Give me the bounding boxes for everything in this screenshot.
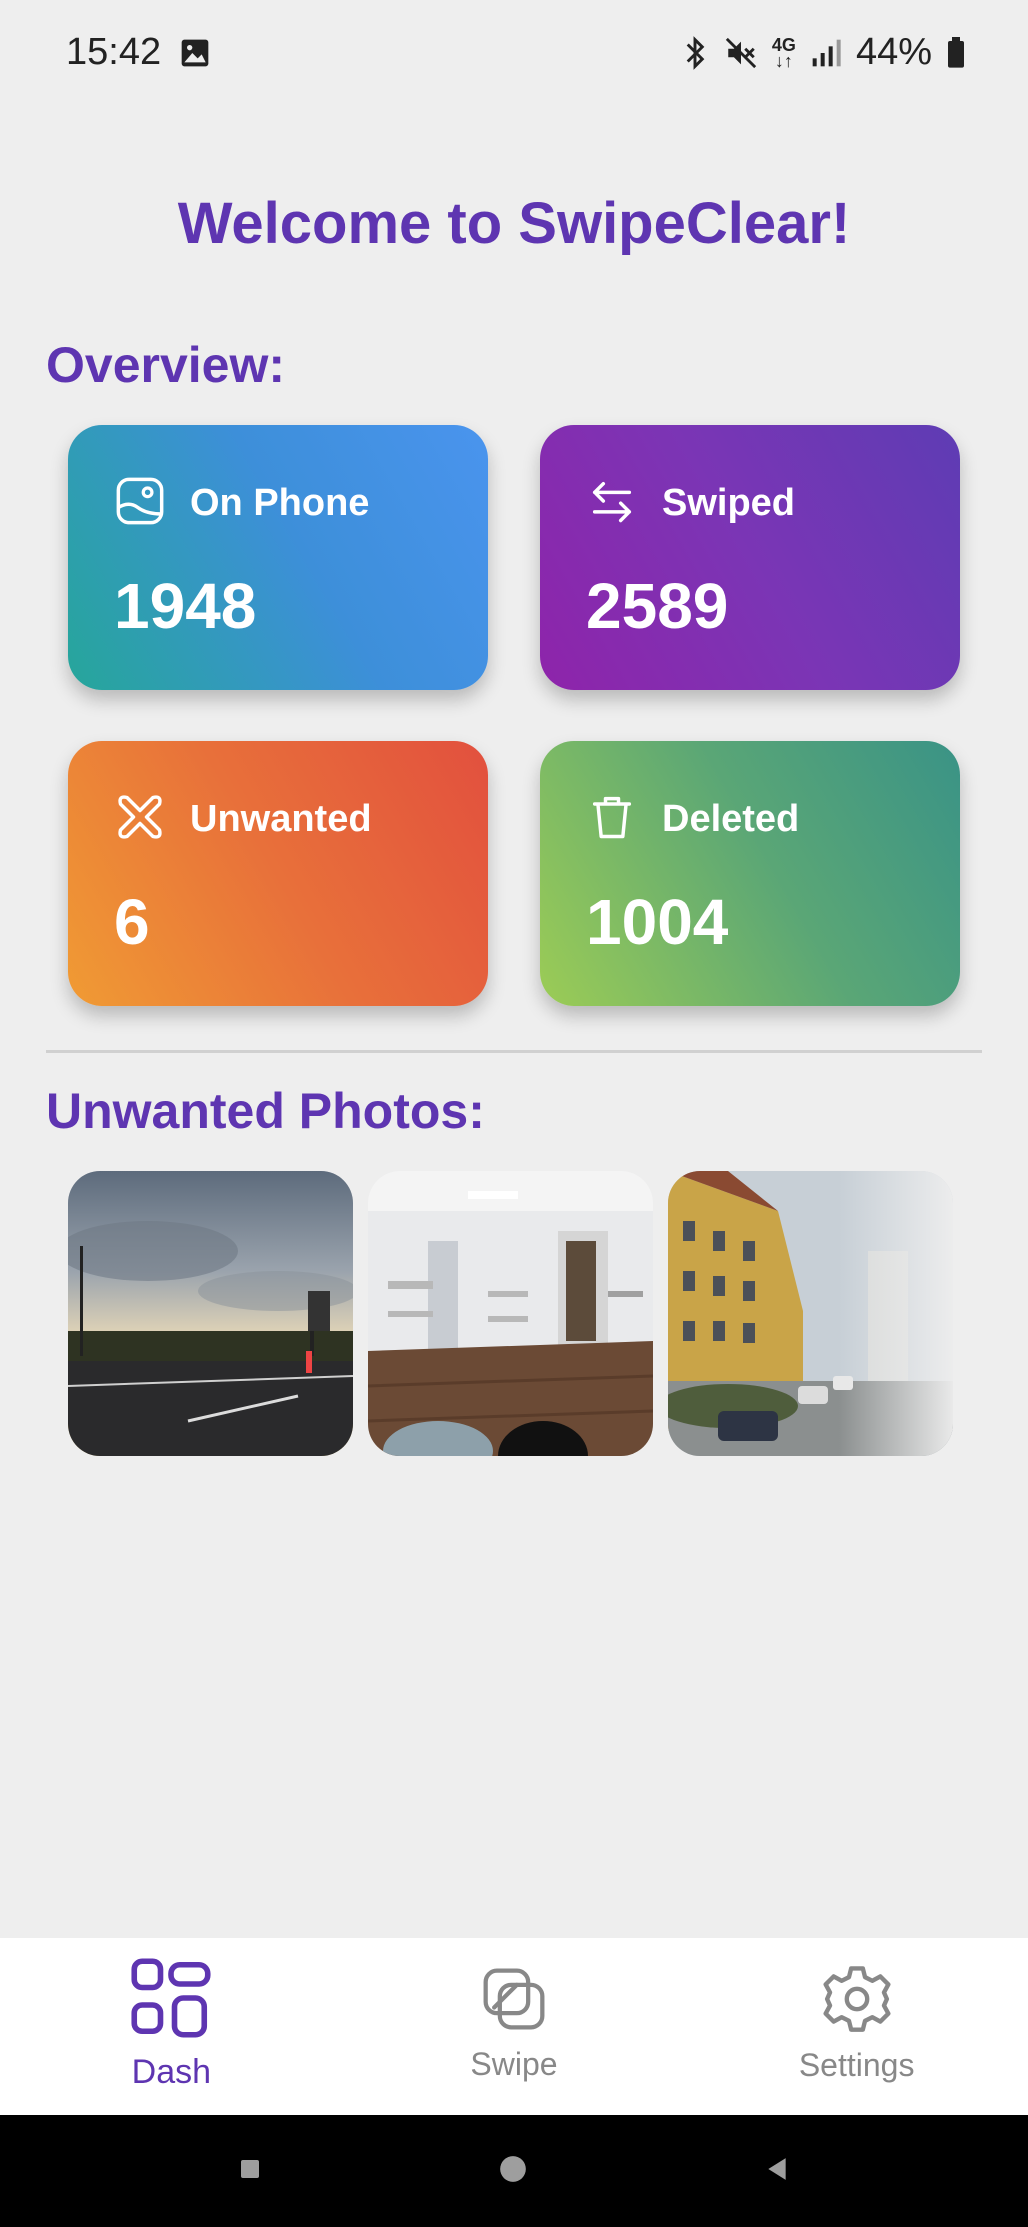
unwanted-photos-list [68,1171,953,1456]
nav-swipe[interactable]: Swipe [364,1965,664,2083]
nav-settings[interactable]: Settings [707,1964,1007,2084]
battery-icon [946,36,966,69]
status-bar: 15:42 4G ↓↑ 44% [0,0,1028,105]
image-notification-icon [179,37,211,69]
trash-icon [586,791,638,848]
office-room-photo[interactable] [368,1171,653,1456]
gear-icon [822,1964,892,2039]
on-phone-card[interactable]: On Phone 1948 [68,425,488,690]
nav-dash[interactable]: Dash [21,1956,321,2092]
mute-icon [724,36,758,70]
on-phone-value: 1948 [114,570,257,642]
nav-dash-label: Dash [131,2052,212,2091]
swap-arrows-icon [586,475,638,532]
network-type-icon: 4G ↓↑ [771,34,796,71]
section-divider [46,1050,982,1053]
swiped-label: Swiped [662,481,796,524]
signal-icon [810,38,842,68]
unwanted-photos-title: Unwanted Photos: [46,1083,485,1139]
recents-button-icon[interactable] [238,2157,262,2186]
x-cross-icon [114,791,166,848]
status-left: 15:42 [66,31,211,74]
nav-settings-label: Settings [798,2046,915,2083]
sunset-road-photo[interactable] [68,1171,353,1456]
swipe-cards-icon [480,1965,548,2038]
unwanted-value: 6 [114,886,150,958]
street-buildings-photo[interactable] [668,1171,953,1456]
deleted-label: Deleted [662,797,800,840]
swiped-value: 2589 [586,570,729,642]
on-phone-label: On Phone [190,481,370,524]
status-right: 4G ↓↑ 44% [680,31,966,74]
deleted-card[interactable]: Deleted 1004 [540,741,960,1006]
overview-title: Overview: [46,337,286,393]
back-button-icon[interactable] [764,2156,790,2187]
phone-photo-icon [114,475,166,532]
unwanted-card[interactable]: Unwanted 6 [68,741,488,1006]
battery-percent: 44% [855,31,932,73]
deleted-value: 1004 [586,886,729,958]
network-type-label: 4G [771,34,796,55]
bottom-nav: Dash Swipe Settings [0,1938,1028,2115]
welcome-title: Welcome to SwipeClear! [177,191,851,256]
grid-icon [129,1956,213,2045]
unwanted-label: Unwanted [190,797,372,840]
nav-swipe-label: Swipe [470,2045,558,2082]
swiped-card[interactable]: Swiped 2589 [540,425,960,690]
bluetooth-icon [680,35,710,70]
system-nav-bar [0,2115,1028,2227]
status-time: 15:42 [66,31,162,73]
home-button-icon[interactable] [499,2155,527,2188]
